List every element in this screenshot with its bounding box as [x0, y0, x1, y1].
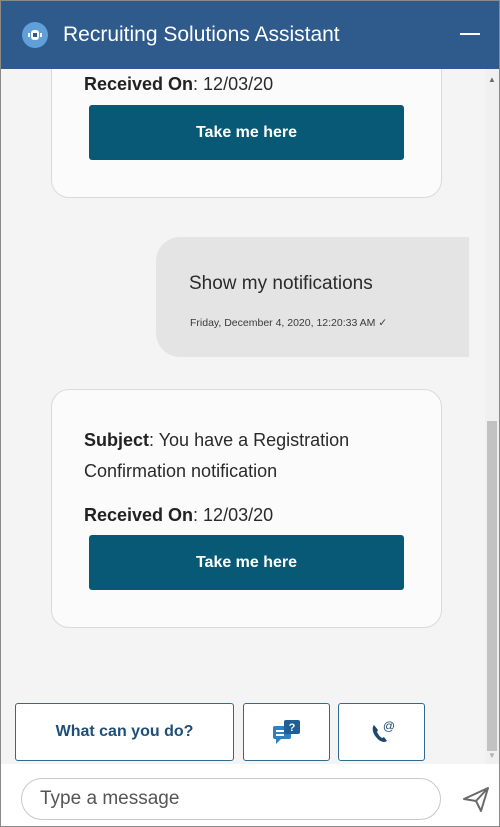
- scroll-down-arrow-icon[interactable]: ▼: [488, 751, 496, 760]
- user-message-bubble: Show my notifications Friday, December 4…: [156, 237, 469, 357]
- chat-scrollbar[interactable]: ▲ ▼: [485, 69, 499, 764]
- chat-transcript: Received On: 12/03/20 Take me here Show …: [1, 69, 485, 764]
- chat-window: Recruiting Solutions Assistant Received …: [0, 0, 500, 827]
- message-input-bar: [1, 764, 499, 826]
- minimize-button[interactable]: [459, 23, 481, 45]
- header-title: Recruiting Solutions Assistant: [63, 23, 340, 46]
- bot-message-card: Received On: 12/03/20 Take me here: [51, 69, 442, 198]
- message-input[interactable]: [21, 778, 441, 820]
- subject-continuation: Confirmation notification: [84, 461, 278, 481]
- scrollbar-thumb[interactable]: [487, 421, 497, 751]
- what-can-you-do-button[interactable]: What can you do?: [15, 703, 234, 761]
- user-message-text: Show my notifications: [189, 273, 373, 294]
- scroll-up-arrow-icon[interactable]: ▲: [488, 75, 496, 84]
- received-on-label: Received On: [84, 74, 194, 94]
- received-on-value: : 12/03/20: [193, 505, 274, 525]
- send-icon: [463, 787, 489, 812]
- send-button[interactable]: [461, 784, 491, 814]
- svg-text:@: @: [382, 719, 394, 733]
- received-on-label: Received On: [84, 505, 194, 525]
- subject-label: Subject: [84, 430, 150, 450]
- subject-line: Subject: You have a Registration: [84, 430, 349, 451]
- chat-header: Recruiting Solutions Assistant: [1, 1, 499, 69]
- chat-help-icon: ?: [272, 720, 300, 744]
- phone-email-icon: @: [372, 719, 395, 742]
- minimize-icon: [460, 33, 480, 35]
- contact-button[interactable]: @: [338, 703, 425, 761]
- message-timestamp: Friday, December 4, 2020, 12:20:33 AM ✓: [190, 317, 388, 329]
- help-chat-button[interactable]: ?: [243, 703, 330, 761]
- received-on-line: Received On: 12/03/20: [84, 505, 273, 526]
- svg-text:?: ?: [288, 722, 295, 734]
- received-on-value: : 12/03/20: [193, 74, 274, 94]
- take-me-here-button[interactable]: Take me here: [89, 535, 404, 590]
- bot-message-card: Subject: You have a Registration Confirm…: [51, 389, 442, 628]
- received-on-line: Received On: 12/03/20: [84, 74, 273, 95]
- subject-value: : You have a Registration: [149, 430, 350, 450]
- take-me-here-button[interactable]: Take me here: [89, 105, 404, 160]
- assistant-icon: [22, 22, 48, 48]
